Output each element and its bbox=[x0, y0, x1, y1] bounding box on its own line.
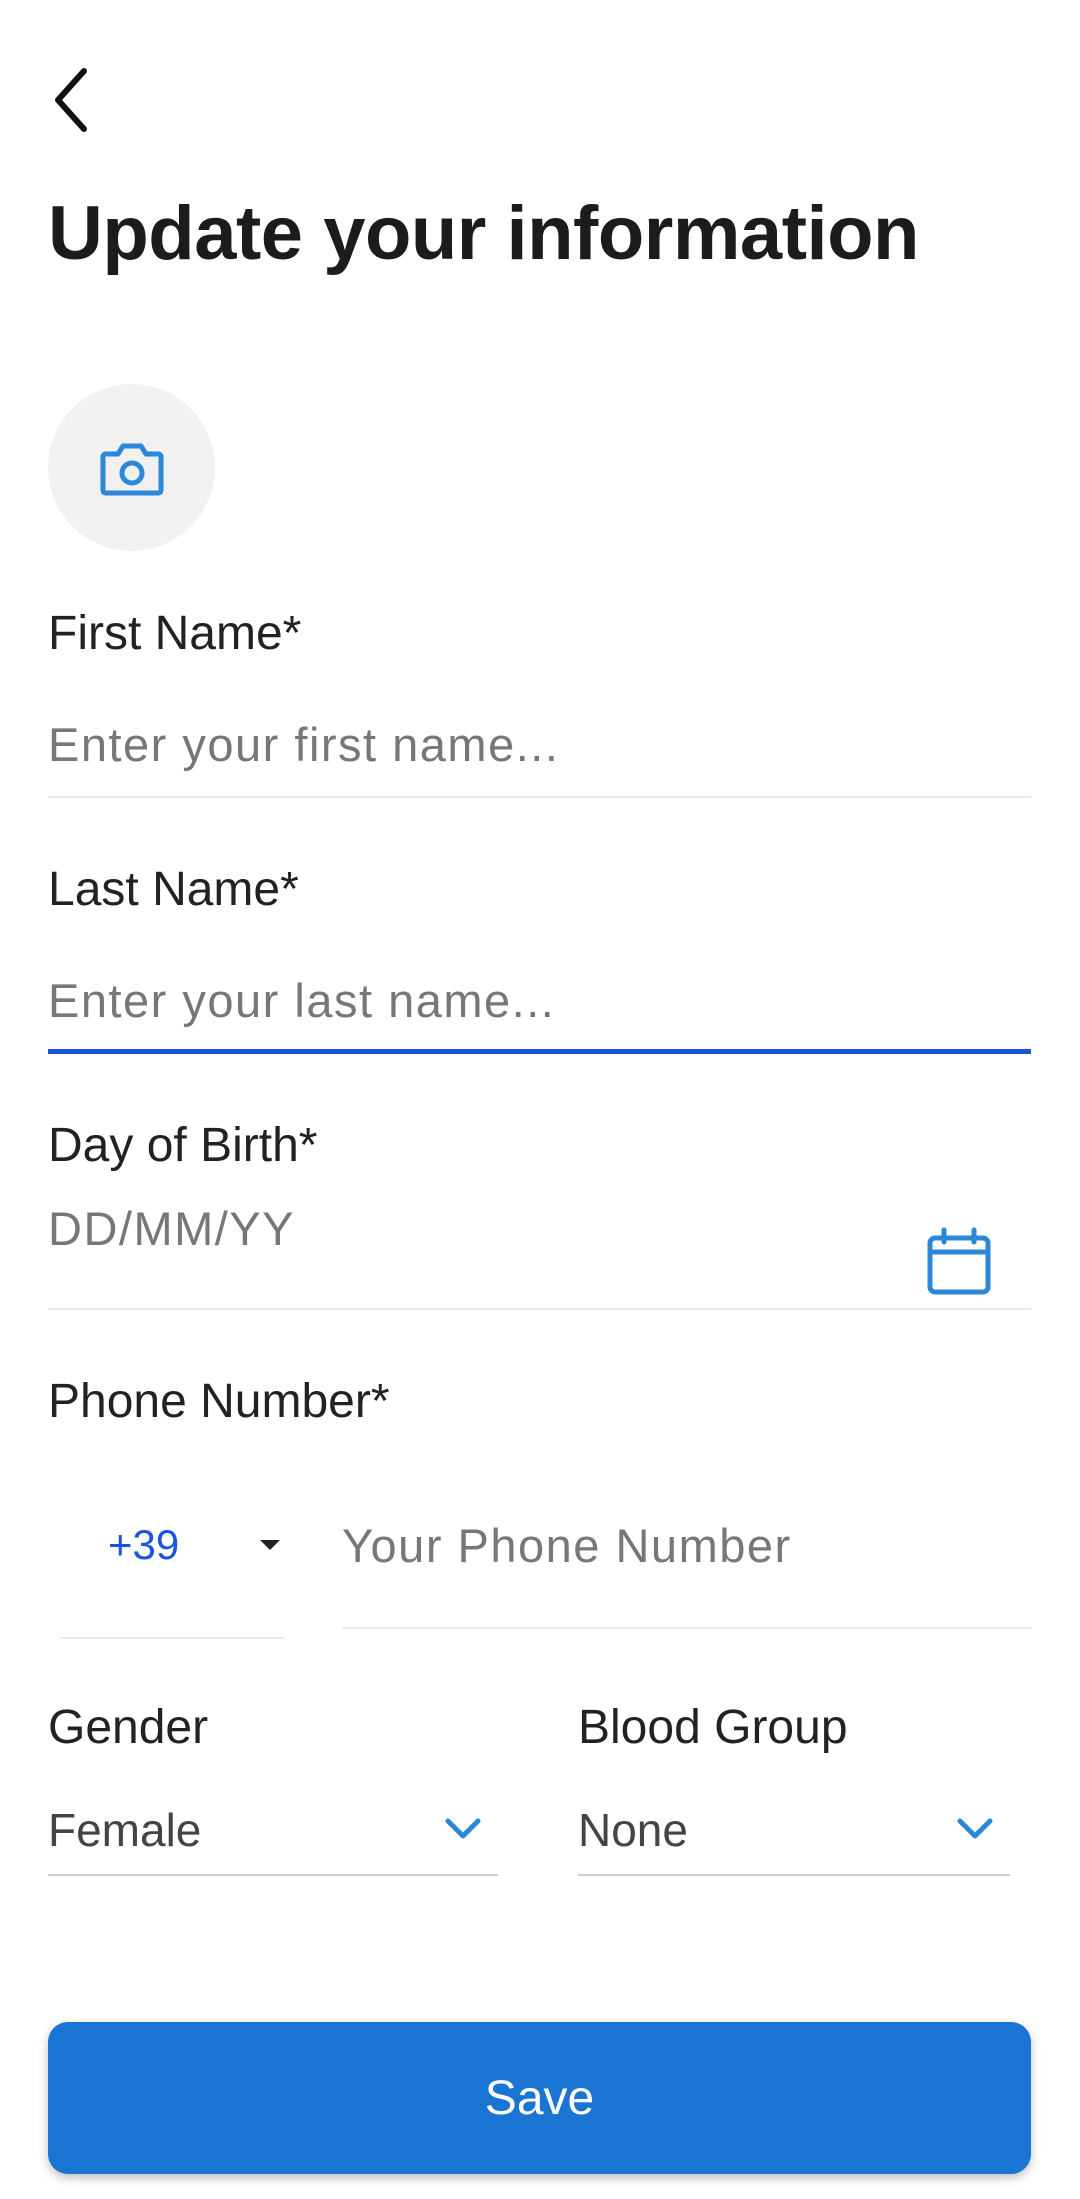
camera-icon bbox=[100, 443, 163, 495]
phone-input[interactable] bbox=[342, 1505, 1031, 1585]
gender-select[interactable]: Female bbox=[48, 1790, 498, 1870]
birth-date-input[interactable] bbox=[48, 1188, 908, 1268]
country-code-select[interactable]: +39 bbox=[60, 1490, 290, 1600]
chevron-down-icon bbox=[445, 1818, 481, 1839]
save-button[interactable]: Save bbox=[48, 2022, 1031, 2174]
country-code-underline bbox=[60, 1637, 285, 1639]
blood-group-underline bbox=[578, 1874, 1010, 1876]
first-name-label: First Name* bbox=[48, 607, 302, 660]
page-title: Update your information bbox=[48, 191, 919, 276]
calendar-icon[interactable] bbox=[924, 1226, 994, 1298]
update-info-screen: Update your information First Name* Last… bbox=[0, 0, 1080, 2199]
last-name-input[interactable] bbox=[48, 960, 1031, 1040]
birth-date-label: Day of Birth* bbox=[48, 1119, 318, 1172]
phone-label: Phone Number* bbox=[48, 1375, 390, 1428]
caret-down-icon bbox=[260, 1540, 280, 1550]
country-code-value: +39 bbox=[108, 1521, 180, 1568]
first-name-input[interactable] bbox=[48, 704, 1031, 784]
gender-value: Female bbox=[48, 1804, 202, 1856]
blood-group-value: None bbox=[578, 1804, 688, 1856]
gender-underline bbox=[48, 1874, 498, 1876]
chevron-down-icon bbox=[957, 1818, 993, 1839]
gender-label: Gender bbox=[48, 1701, 209, 1754]
phone-underline bbox=[342, 1627, 1031, 1629]
chevron-left-icon bbox=[55, 68, 87, 132]
last-name-underline-focused bbox=[48, 1049, 1031, 1054]
avatar-upload-button[interactable] bbox=[48, 384, 215, 551]
first-name-underline bbox=[48, 796, 1031, 798]
birth-date-underline bbox=[48, 1308, 1031, 1310]
back-button[interactable] bbox=[48, 50, 128, 150]
last-name-label: Last Name* bbox=[48, 863, 299, 916]
blood-group-label: Blood Group bbox=[578, 1701, 848, 1754]
blood-group-select[interactable]: None bbox=[578, 1790, 1010, 1870]
